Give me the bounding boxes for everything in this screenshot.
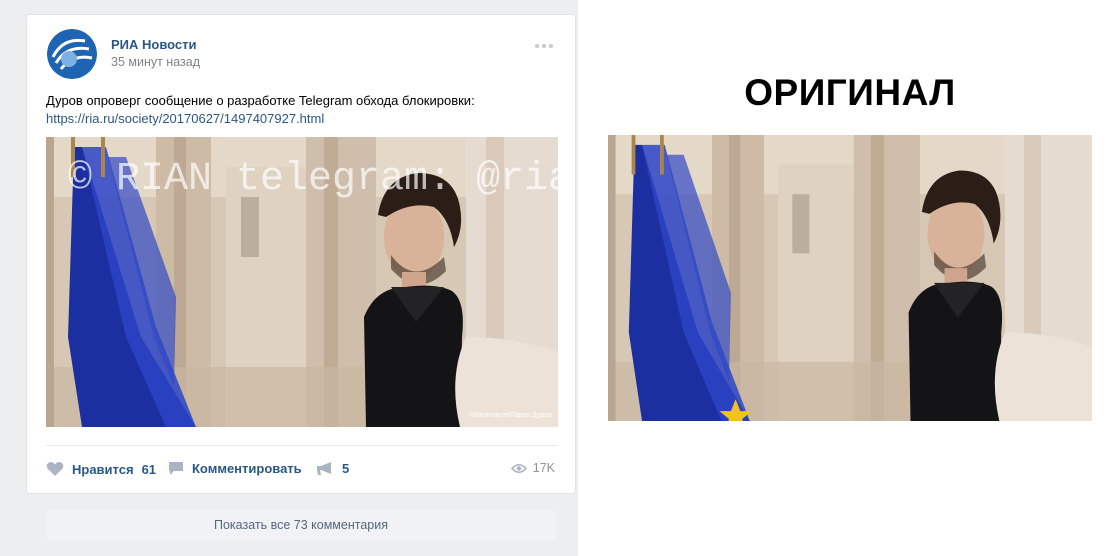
share-button[interactable]: 5 [316,461,349,476]
heart-icon [46,462,64,476]
original-title: ОРИГИНАЛ [744,72,956,113]
author-name[interactable]: РИА Новости [111,37,197,52]
post-card: РИА Новости 35 минут назад Дуров опровер… [26,14,576,494]
post-text: Дуров опроверг сообщение о разработке Te… [46,92,558,128]
more-dots-icon[interactable] [535,41,557,51]
photo-watermark: © RIAN telegram: @rianovosti [68,157,558,202]
photo-credit: ©ВКонтакте/Павел Дуров [469,411,552,419]
ria-logo-icon [47,29,97,79]
comment-icon [169,462,183,475]
like-label: Нравится [72,461,134,477]
post-link[interactable]: https://ria.ru/society/20170627/14974079… [46,111,324,126]
comment-label: Комментировать [192,461,302,476]
views-count: 17K [532,461,555,475]
original-photo [608,135,1092,421]
show-comments-button[interactable]: Показать все 73 комментария [46,510,556,540]
post-photo[interactable]: © RIAN telegram: @rianovosti ©ВКонтакте/… [46,137,558,427]
comment-button[interactable]: Комментировать [168,461,302,476]
photo-image: © RIAN telegram: @rianovosti ©ВКонтакте/… [46,137,558,427]
like-count: 61 [141,461,157,477]
avatar[interactable] [47,29,97,79]
views-counter: 17K [510,461,555,475]
original-photo-image [608,135,1092,421]
post-time[interactable]: 35 минут назад [111,55,200,69]
like-button[interactable]: Нравится 61 [46,461,156,477]
post-body: Дуров опроверг сообщение о разработке Te… [46,93,475,108]
megaphone-icon [317,462,331,475]
share-count: 5 [342,461,350,476]
divider [46,445,558,446]
eye-icon [510,463,527,473]
